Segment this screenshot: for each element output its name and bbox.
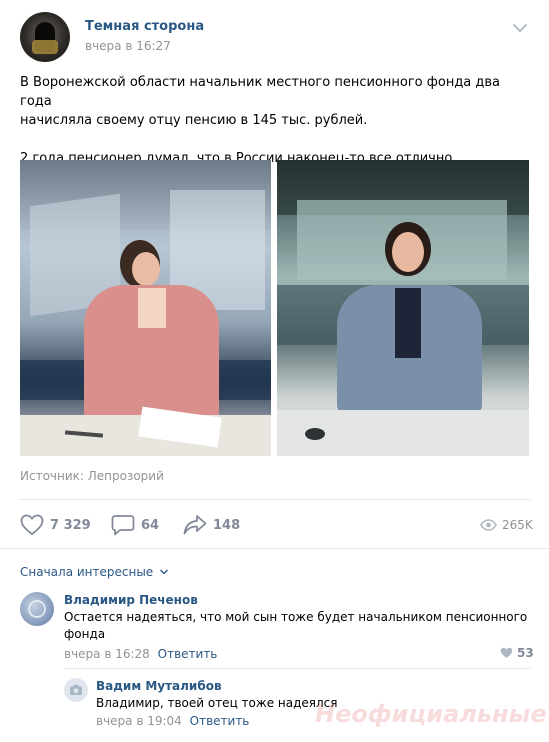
share-count: 148 xyxy=(213,517,241,533)
comment-text-line: фонда xyxy=(64,627,106,641)
comment-author[interactable]: Владимир Печенов xyxy=(64,593,198,607)
eye-icon xyxy=(480,519,497,531)
group-avatar[interactable] xyxy=(20,12,70,62)
post-time[interactable]: вчера в 16:27 xyxy=(85,39,171,53)
chevron-down-icon xyxy=(160,569,169,575)
comment-like-button[interactable]: 53 xyxy=(500,646,534,660)
comments-sort-dropdown[interactable]: Сначала интересные xyxy=(20,565,169,579)
views-count: 265K xyxy=(502,518,533,532)
camera-icon xyxy=(70,684,82,695)
comment-text-line: Остается надеяться, что мой сын тоже буд… xyxy=(64,610,528,624)
avatar[interactable] xyxy=(64,678,88,702)
comment-like-count: 53 xyxy=(517,646,534,660)
heart-icon xyxy=(20,514,44,536)
comment-meta: вчера в 19:04 Ответить xyxy=(96,714,249,728)
post-photo-laughing-anchor[interactable] xyxy=(20,160,271,456)
like-count: 7 329 xyxy=(50,517,91,533)
divider xyxy=(64,668,531,669)
avatar[interactable] xyxy=(20,592,54,626)
comment-author[interactable]: Вадим Муталибов xyxy=(96,679,222,693)
views-counter: 265K xyxy=(480,515,533,535)
divider xyxy=(0,548,549,549)
watermark: Неофициальные сети xyxy=(315,700,549,728)
share-button[interactable]: 148 xyxy=(183,514,240,536)
comment-meta: вчера в 16:28 Ответить xyxy=(64,647,217,661)
share-icon xyxy=(183,515,207,535)
comments-sort-label: Сначала интересные xyxy=(20,565,154,579)
post-source[interactable]: Источник: Лепрозорий xyxy=(20,469,164,483)
post-text: В Воронежской области начальник местного… xyxy=(20,73,535,168)
post-text-line: начисляла своему отцу пенсию в 145 тыс. … xyxy=(20,113,368,128)
chevron-down-icon[interactable] xyxy=(512,20,528,36)
comment-time[interactable]: вчера в 16:28 xyxy=(64,647,150,661)
heart-icon xyxy=(500,647,513,658)
post-text-line: В Воронежской области начальник местного… xyxy=(20,75,501,109)
post-card: Темная сторона вчера в 16:27 В Воронежск… xyxy=(0,0,549,742)
comment-icon xyxy=(111,515,135,536)
comment-count: 64 xyxy=(141,517,160,533)
like-button[interactable]: 7 329 xyxy=(20,514,91,536)
comment-text: Остается надеяться, что мой сын тоже буд… xyxy=(64,609,534,643)
group-name[interactable]: Темная сторона xyxy=(85,19,204,34)
post-photo-thumbs-up-anchor[interactable] xyxy=(277,160,529,456)
comment-button[interactable]: 64 xyxy=(111,514,159,536)
reply-button[interactable]: Ответить xyxy=(158,647,218,661)
reply-button[interactable]: Ответить xyxy=(190,714,250,728)
divider xyxy=(20,499,531,500)
comment-time[interactable]: вчера в 19:04 xyxy=(96,714,182,728)
